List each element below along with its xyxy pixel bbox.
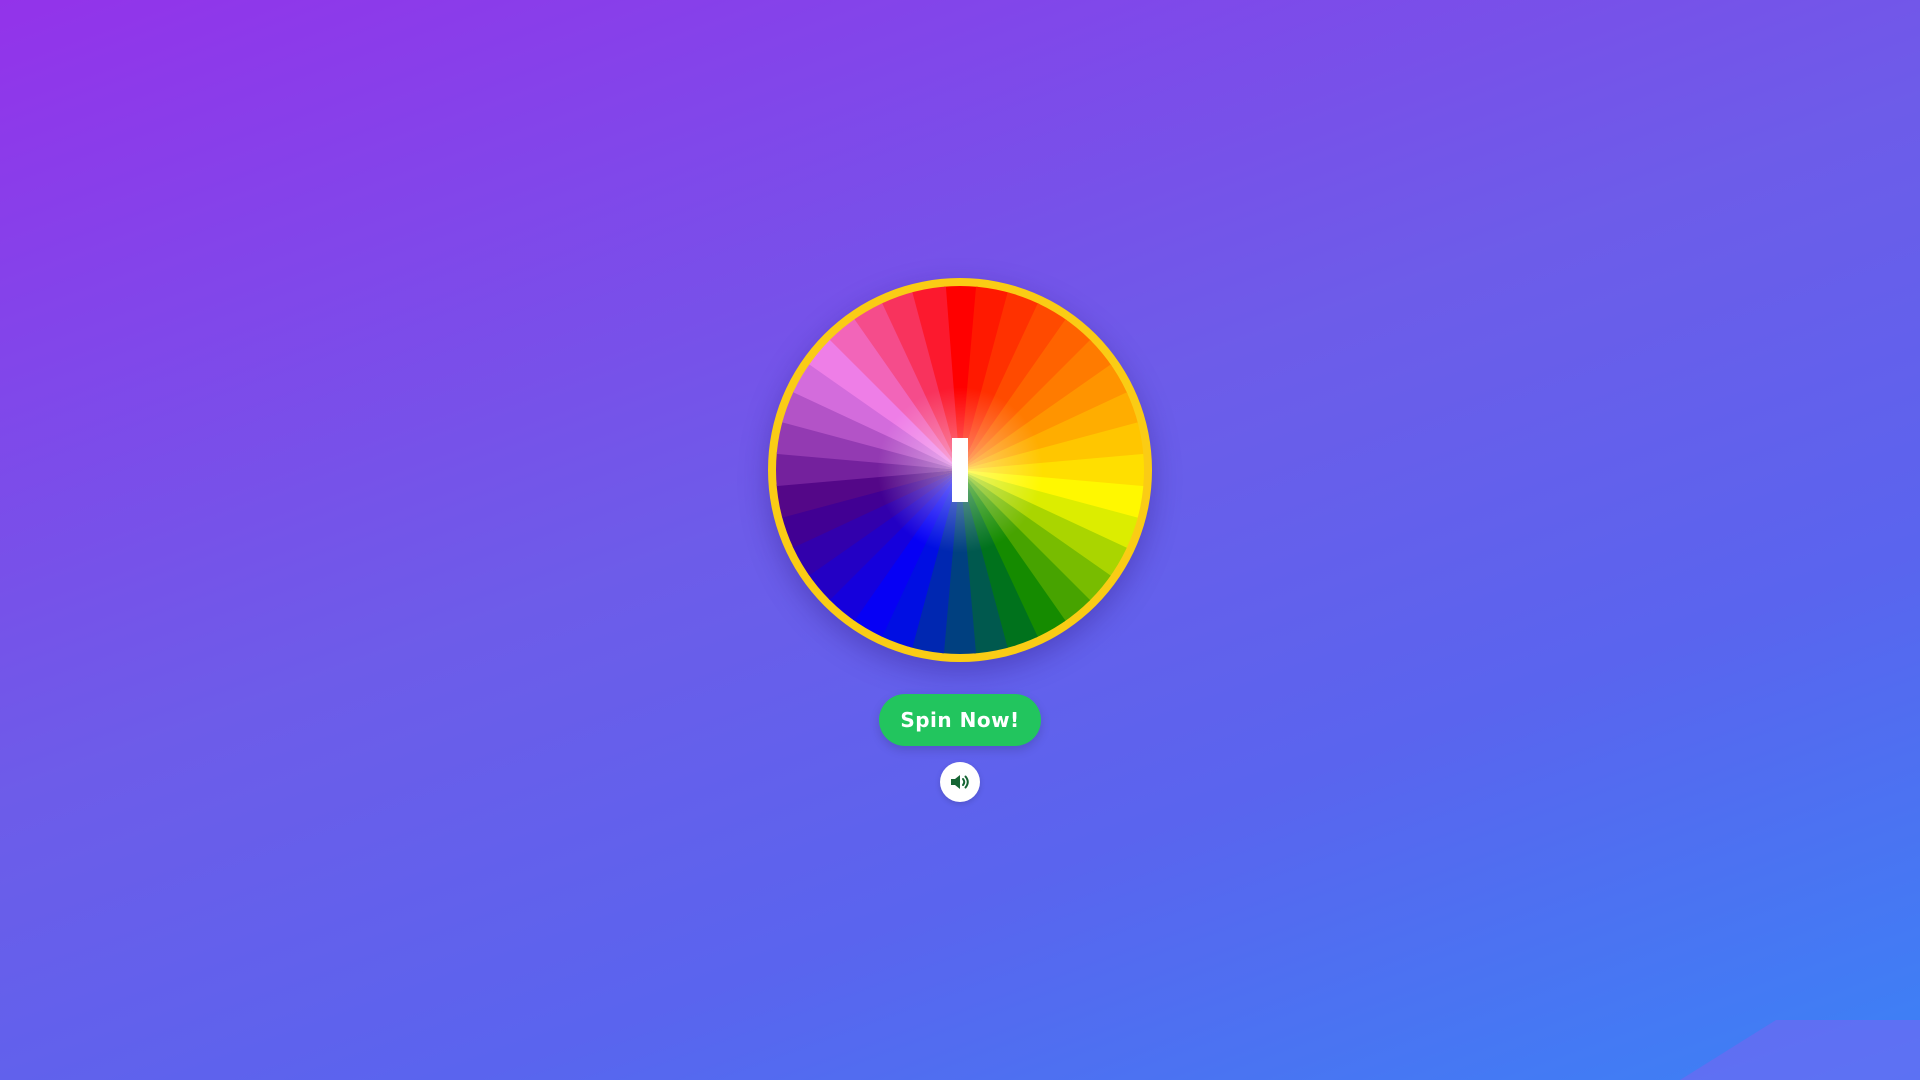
- spin-button[interactable]: Spin Now!: [879, 694, 1041, 746]
- spin-wheel[interactable]: [768, 278, 1152, 662]
- background-corner-shape: [1680, 1020, 1920, 1080]
- speaker-volume-icon: [951, 775, 969, 789]
- sound-toggle-button[interactable]: [940, 762, 980, 802]
- wheel-pointer: [952, 438, 968, 502]
